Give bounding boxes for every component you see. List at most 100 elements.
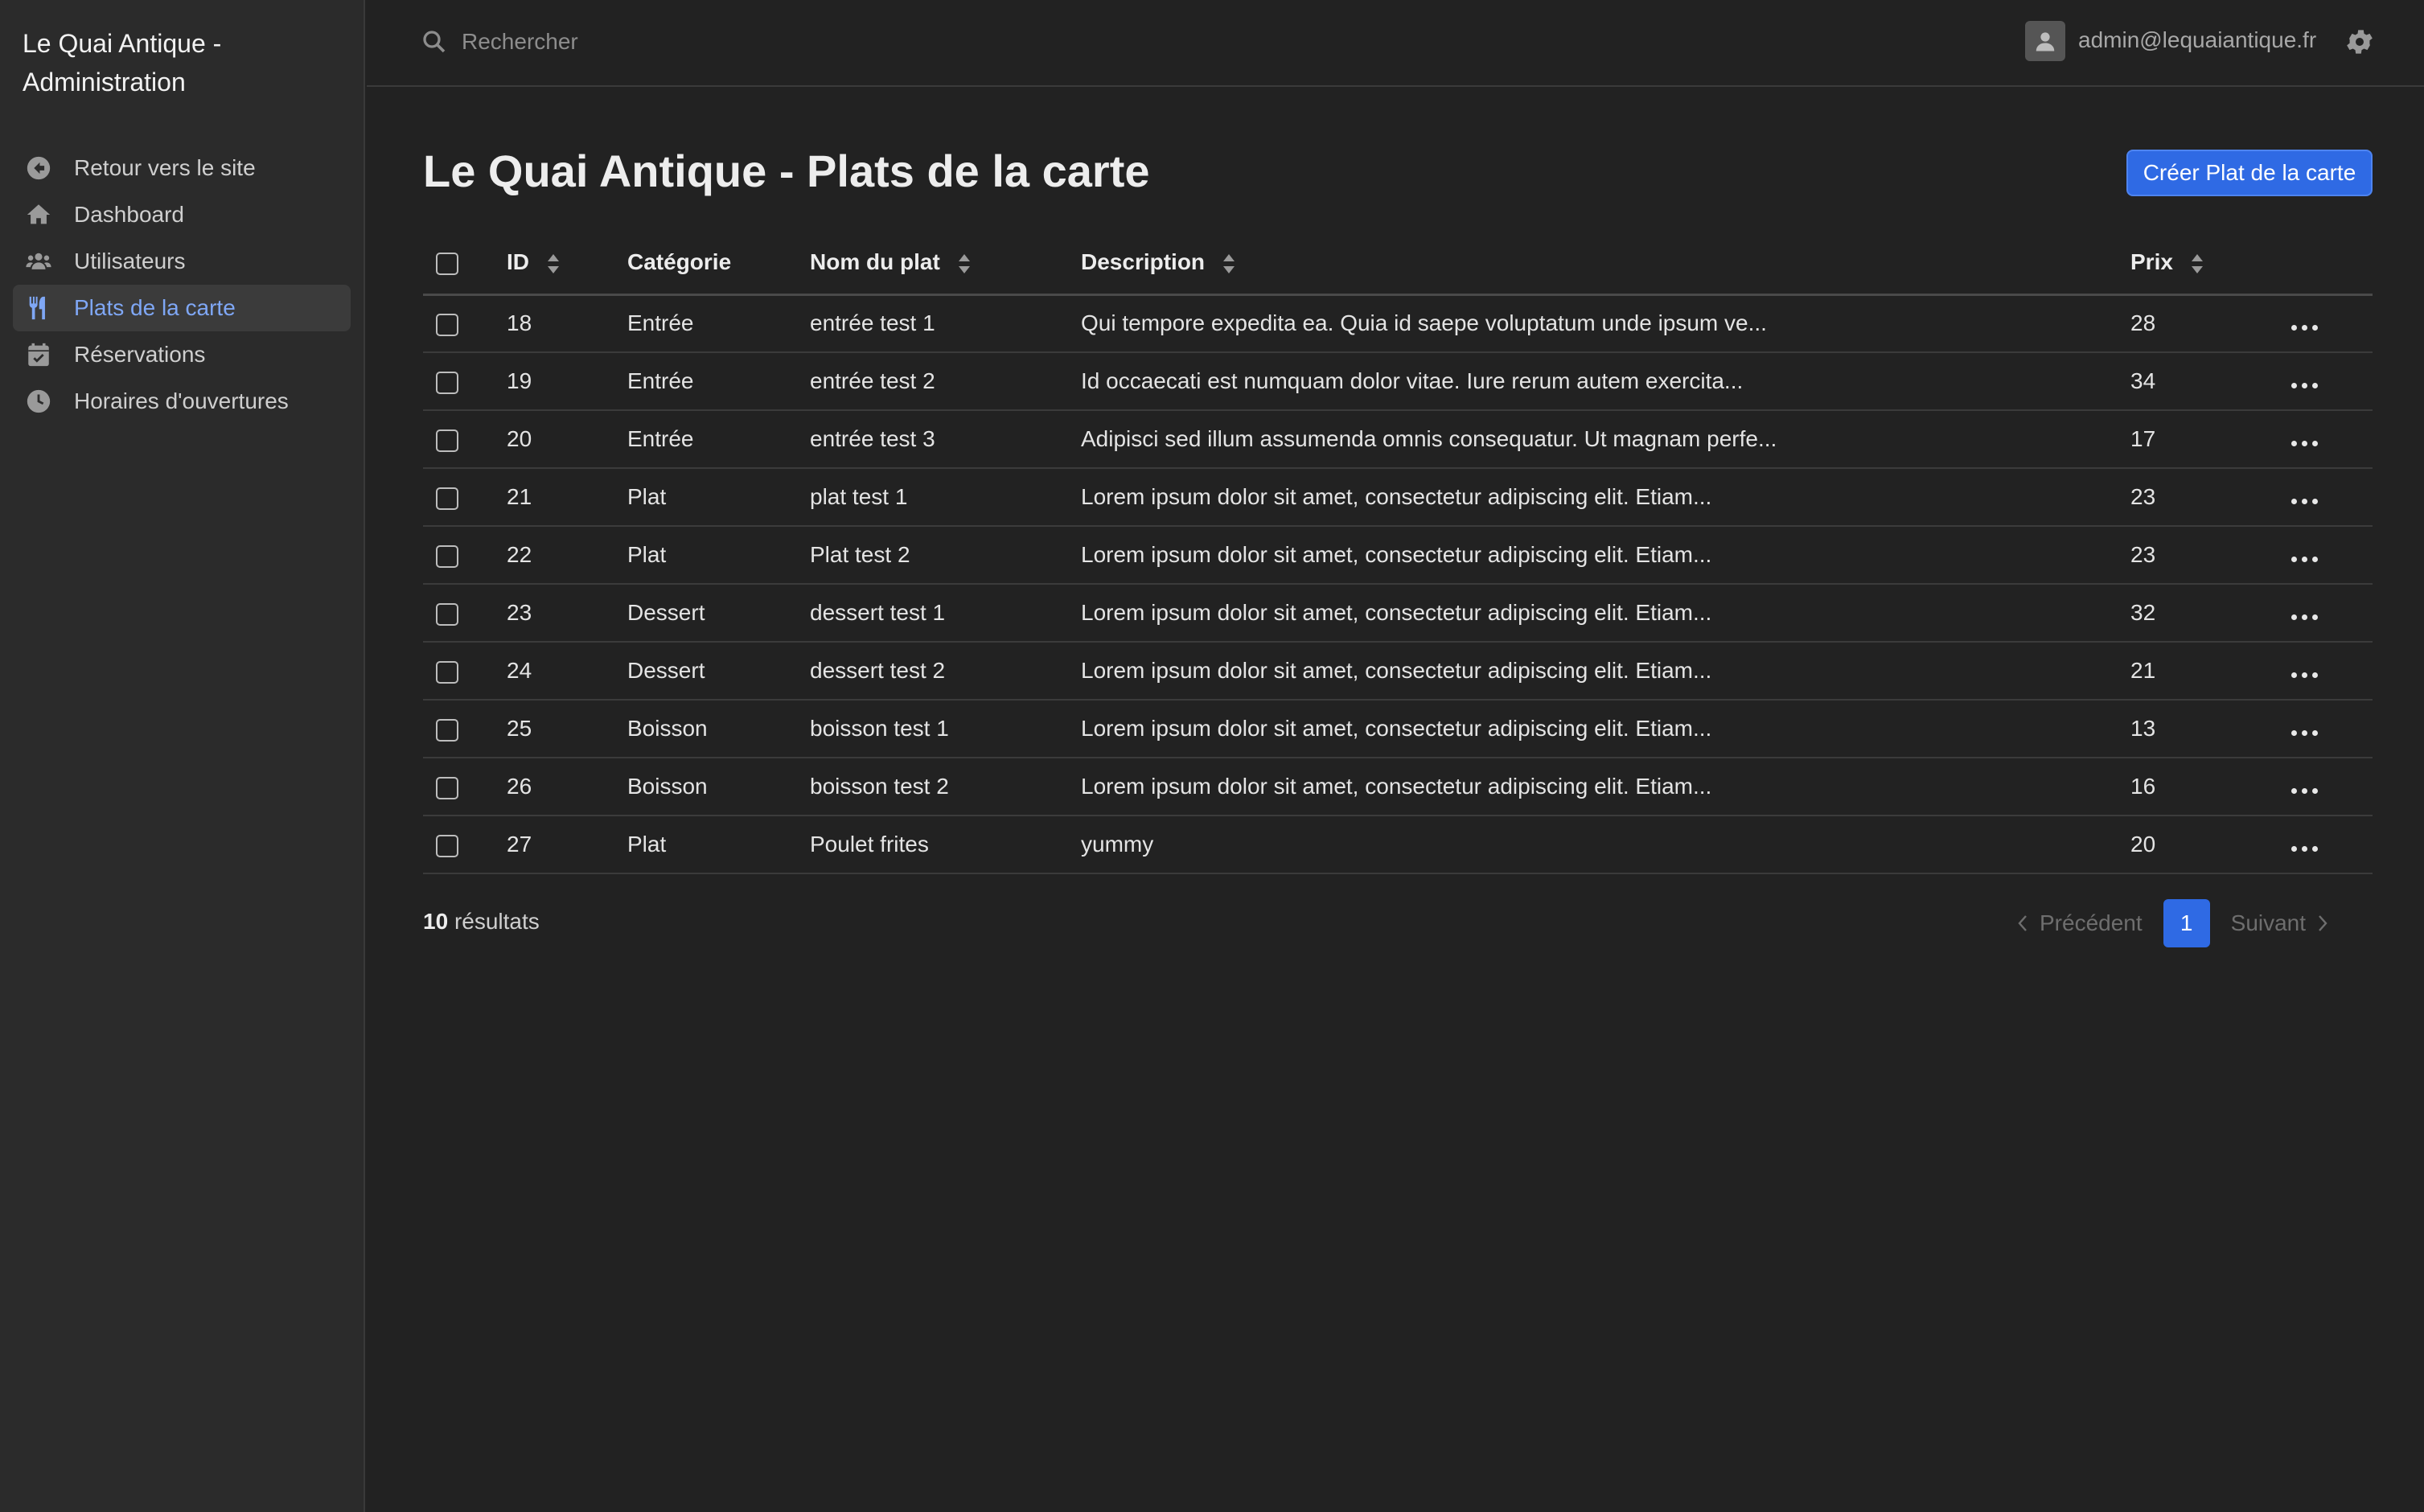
row-checkbox[interactable]: [436, 776, 458, 799]
avatar[interactable]: [2025, 21, 2065, 61]
calendar-check-icon: [24, 340, 53, 369]
sidebar-item-horaires[interactable]: Horaires d'ouvertures: [13, 378, 351, 425]
sort-icon: [1222, 253, 1235, 273]
column-header-category: Catégorie: [627, 249, 732, 275]
cell-price: 21: [2130, 658, 2156, 683]
cell-name: dessert test 1: [810, 600, 946, 625]
table-body: 18 Entrée entrée test 1 Qui tempore expedit…: [423, 294, 2373, 873]
cell-name: boisson test 2: [810, 774, 949, 799]
row-actions-icon[interactable]: [2291, 730, 2318, 736]
cell-category: Entrée: [627, 368, 694, 393]
table-row[interactable]: 20 Entrée entrée test 3 Adipisci sed illum …: [423, 410, 2373, 468]
cell-price: 20: [2130, 832, 2156, 857]
row-actions-icon[interactable]: [2291, 383, 2318, 388]
table-row[interactable]: 26 Boisson boisson test 2 Lorem ipsum dolor…: [423, 758, 2373, 816]
cell-category: Entrée: [627, 426, 694, 451]
row-actions-icon[interactable]: [2291, 325, 2318, 331]
sort-icon: [547, 253, 559, 273]
utensils-icon: [24, 294, 53, 323]
sidebar-item-label: Plats de la carte: [74, 295, 236, 320]
cell-id: 24: [507, 658, 532, 683]
row-actions-icon[interactable]: [2291, 788, 2318, 794]
row-actions-icon[interactable]: [2291, 441, 2318, 446]
sidebar-item-label: Horaires d'ouvertures: [74, 388, 289, 413]
cell-description: Lorem ipsum dolor sit amet, consectetur …: [1081, 484, 1712, 509]
clock-icon: [24, 387, 53, 416]
row-checkbox[interactable]: [436, 660, 458, 684]
cell-name: entrée test 2: [810, 368, 935, 393]
user-icon: [2036, 32, 2055, 51]
column-header-description[interactable]: Description: [1081, 232, 2130, 294]
sidebar-item-utilisateurs[interactable]: Utilisateurs: [13, 238, 351, 285]
cell-id: 19: [507, 368, 532, 393]
table-row[interactable]: 18 Entrée entrée test 1 Qui tempore expedit…: [423, 294, 2373, 352]
cell-description: yummy: [1081, 832, 1154, 857]
cell-id: 26: [507, 774, 532, 799]
sidebar-item-label: Retour vers le site: [74, 155, 256, 180]
cell-id: 27: [507, 832, 532, 857]
cell-id: 22: [507, 542, 532, 567]
pagination: Précédent 1 Suivant: [2017, 899, 2328, 947]
chevron-left-icon: [2018, 915, 2027, 931]
sidebar-item-label: Réservations: [74, 342, 206, 367]
cell-price: 32: [2130, 600, 2156, 625]
table-row[interactable]: 27 Plat Poulet frites yummy 20: [423, 816, 2373, 873]
home-icon: [24, 200, 53, 229]
row-actions-icon[interactable]: [2291, 672, 2318, 678]
column-header-name[interactable]: Nom du plat: [810, 232, 1081, 294]
table-row[interactable]: 21 Plat plat test 1 Lorem ipsum dolor sit a…: [423, 468, 2373, 526]
cell-category: Plat: [627, 484, 667, 509]
sort-icon: [2191, 253, 2203, 273]
table-row[interactable]: 25 Boisson boisson test 1 Lorem ipsum dolor…: [423, 700, 2373, 758]
sort-icon: [958, 253, 970, 273]
pagination-next[interactable]: Suivant: [2231, 910, 2328, 936]
search-input[interactable]: [462, 23, 944, 61]
cell-price: 13: [2130, 716, 2156, 741]
cell-category: Plat: [627, 542, 667, 567]
cell-name: plat test 1: [810, 484, 908, 509]
row-actions-icon[interactable]: [2291, 846, 2318, 852]
row-actions-icon[interactable]: [2291, 557, 2318, 562]
sidebar-item-dashboard[interactable]: Dashboard: [13, 191, 351, 238]
row-actions-icon[interactable]: [2291, 499, 2318, 504]
gear-icon[interactable]: [2344, 26, 2376, 58]
cell-category: Plat: [627, 832, 667, 857]
row-checkbox[interactable]: [436, 718, 458, 742]
table-row[interactable]: 22 Plat Plat test 2 Lorem ipsum dolor sit a…: [423, 526, 2373, 584]
row-actions-icon[interactable]: [2291, 614, 2318, 620]
column-header-price[interactable]: Prix: [2130, 232, 2291, 294]
arrow-circle-left-icon: [24, 154, 53, 183]
row-checkbox[interactable]: [436, 313, 458, 336]
table-header-row: ID Catégorie Nom du plat Description Pri…: [423, 232, 2373, 294]
row-checkbox[interactable]: [436, 487, 458, 510]
cell-category: Boisson: [627, 716, 708, 741]
select-all-checkbox[interactable]: [436, 252, 458, 275]
column-header-id[interactable]: ID: [507, 232, 627, 294]
table-row[interactable]: 24 Dessert dessert test 2 Lorem ipsum dolor…: [423, 642, 2373, 700]
cell-price: 17: [2130, 426, 2156, 451]
pagination-page-current[interactable]: 1: [2163, 899, 2210, 947]
search-icon: [420, 27, 449, 56]
cell-category: Dessert: [627, 658, 705, 683]
row-checkbox[interactable]: [436, 371, 458, 394]
create-dish-button[interactable]: Créer Plat de la carte: [2126, 150, 2373, 196]
cell-description: Lorem ipsum dolor sit amet, consectetur …: [1081, 774, 1712, 799]
row-checkbox[interactable]: [436, 429, 458, 452]
sidebar-item-retour-site[interactable]: Retour vers le site: [13, 145, 351, 191]
row-checkbox[interactable]: [436, 834, 458, 857]
sidebar-item-reservations[interactable]: Réservations: [13, 331, 351, 378]
user-email[interactable]: admin@lequaiantique.fr: [2078, 27, 2316, 53]
cell-name: Poulet frites: [810, 832, 929, 857]
cell-id: 20: [507, 426, 532, 451]
row-checkbox[interactable]: [436, 544, 458, 568]
cell-category: Entrée: [627, 310, 694, 336]
topbar: admin@lequaiantique.fr: [367, 0, 2424, 87]
sidebar-item-plats[interactable]: Plats de la carte: [13, 285, 351, 331]
users-icon: [24, 247, 53, 276]
pagination-previous[interactable]: Précédent: [2017, 910, 2143, 936]
table-row[interactable]: 23 Dessert dessert test 1 Lorem ipsum dolor…: [423, 584, 2373, 642]
table-row[interactable]: 19 Entrée entrée test 2 Id occaecati est nu…: [423, 352, 2373, 410]
dishes-table: ID Catégorie Nom du plat Description Pri…: [423, 232, 2373, 874]
row-checkbox[interactable]: [436, 602, 458, 626]
result-count: 10 résultats: [423, 909, 540, 934]
